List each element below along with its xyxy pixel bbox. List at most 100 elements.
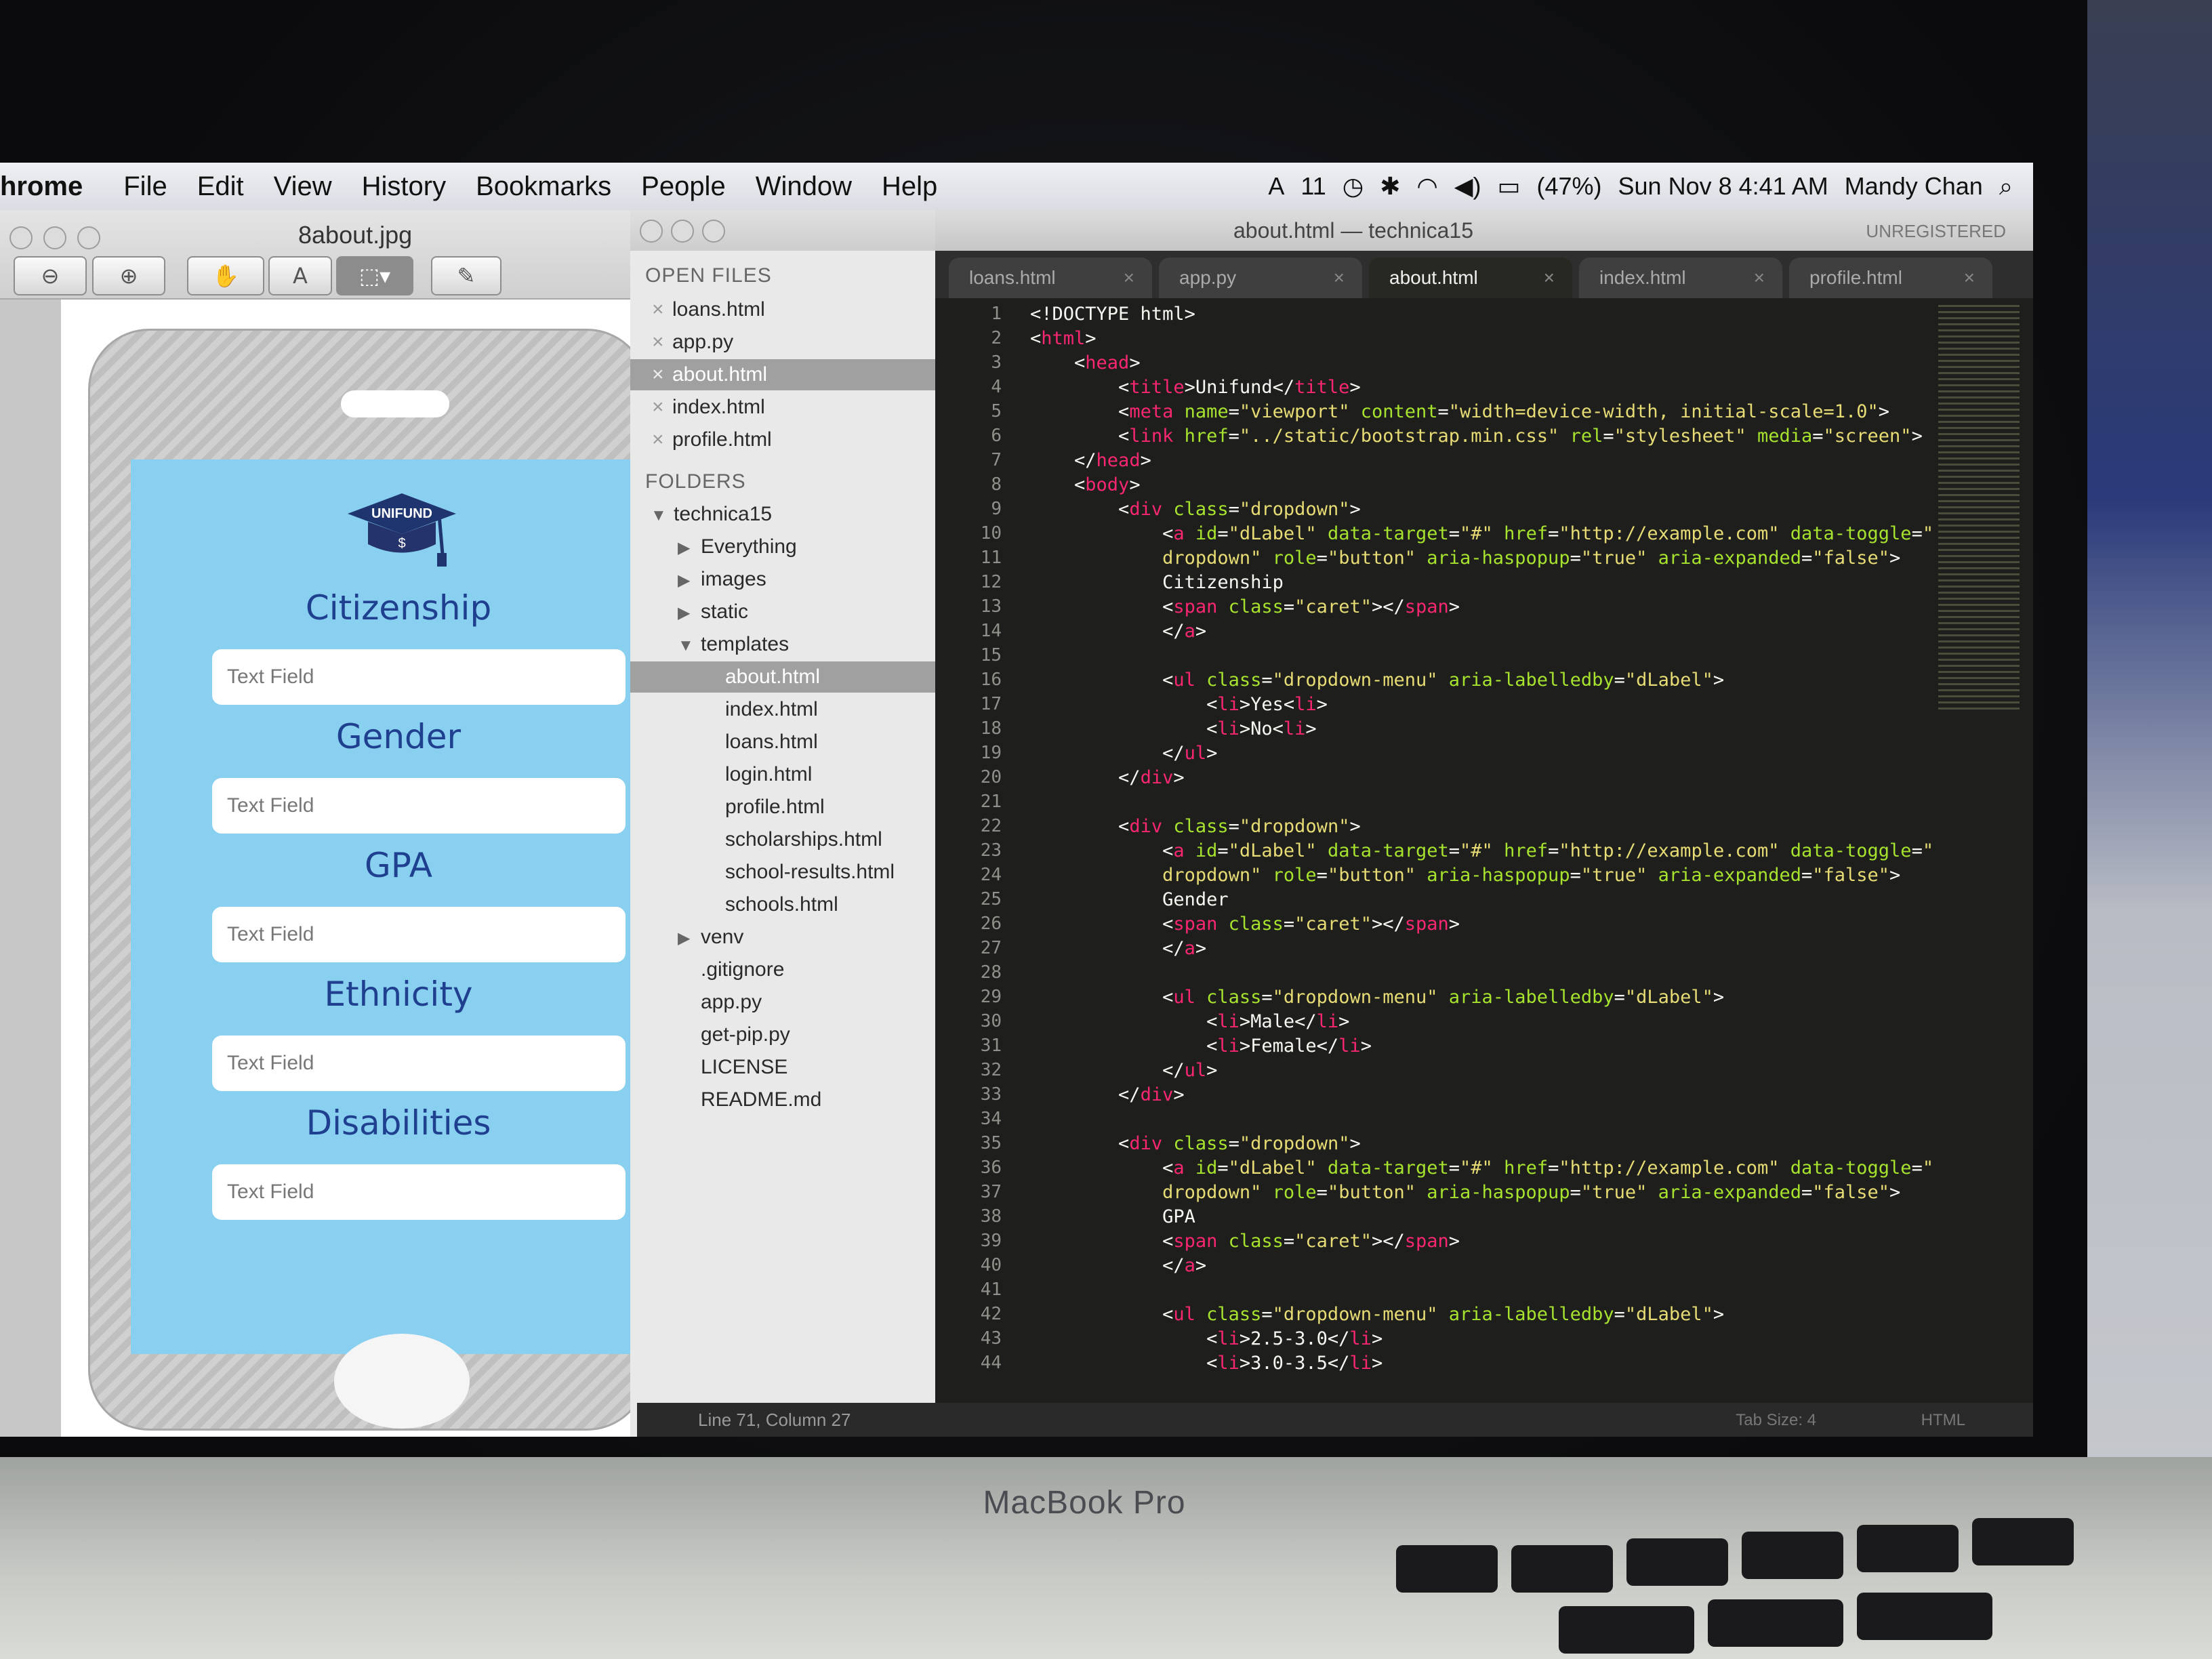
- disclosure-closed-icon[interactable]: ▶: [678, 533, 701, 564]
- tab-size-indicator[interactable]: Tab Size: 4: [1736, 1411, 1816, 1430]
- syntax-indicator[interactable]: HTML: [1921, 1411, 1965, 1430]
- clock[interactable]: Sun Nov 8 4:41 AM: [1618, 172, 1828, 201]
- code-line: </ul>: [1030, 1060, 1218, 1081]
- editor-minimize-button[interactable]: [671, 220, 694, 243]
- folder-root[interactable]: ▼ technica15: [630, 499, 956, 530]
- line-number: 25: [980, 889, 1002, 909]
- line-number: 26: [980, 914, 1002, 934]
- editor-zoom-button[interactable]: [702, 220, 725, 243]
- menu-window[interactable]: Window: [756, 171, 852, 202]
- folder-item[interactable]: ▶ venv: [630, 922, 983, 953]
- annotate-button[interactable]: ✎: [431, 256, 501, 295]
- close-file-icon[interactable]: ×: [652, 294, 672, 325]
- keyboard-key: [1742, 1532, 1843, 1579]
- open-file-item[interactable]: × loans.html: [630, 294, 935, 325]
- minimap[interactable]: [1938, 305, 2020, 712]
- tab-app-py[interactable]: app.py ×: [1159, 258, 1362, 298]
- code-line: <a id="dLabel" data-target="#" href="htt…: [1030, 523, 1934, 544]
- line-number: 40: [980, 1255, 1002, 1275]
- graduation-cap-logo-icon: UNIFUND $: [348, 493, 456, 567]
- unregistered-label: UNREGISTERED: [1866, 221, 2006, 241]
- line-number: 42: [980, 1304, 1002, 1324]
- folder-item[interactable]: ▶ Everything: [630, 531, 983, 562]
- sidebar-status-bar: Line 71, Column 27: [637, 1403, 935, 1437]
- code-line: <li>Yes<li>: [1030, 694, 1328, 715]
- editor-titlebar: about.html — technica15 UNREGISTERED: [935, 210, 2033, 251]
- close-tab-icon[interactable]: ×: [1544, 258, 1555, 298]
- folder-item[interactable]: ▼ templates: [630, 629, 983, 660]
- zoom-window-button[interactable]: [77, 226, 100, 249]
- close-tab-icon[interactable]: ×: [1124, 258, 1134, 298]
- close-file-icon[interactable]: ×: [652, 392, 672, 423]
- menu-history[interactable]: History: [362, 171, 446, 202]
- keyboard-key: [1708, 1599, 1843, 1647]
- tab-about[interactable]: about.html ×: [1369, 258, 1572, 298]
- zoom-out-button[interactable]: ⊖: [14, 256, 87, 295]
- close-file-icon[interactable]: ×: [652, 327, 672, 358]
- disclosure-closed-icon[interactable]: ▶: [678, 565, 701, 596]
- disclosure-open-icon[interactable]: ▼: [651, 500, 674, 531]
- hand-tool-button[interactable]: ✋: [187, 256, 264, 295]
- keyboard-key: [1857, 1593, 1992, 1640]
- menu-help[interactable]: Help: [882, 171, 937, 202]
- menu-people[interactable]: People: [641, 171, 726, 202]
- line-number: 23: [980, 840, 1002, 861]
- zoom-in-button[interactable]: ⊕: [92, 256, 165, 295]
- menu-edit[interactable]: Edit: [197, 171, 244, 202]
- menu-view[interactable]: View: [274, 171, 332, 202]
- close-file-icon[interactable]: ×: [652, 359, 672, 390]
- line-number-gutter: 1 2 3 4 5 6 7 8 9 10 11 12 13 14 15 16 17 18 19 20 21 22 23 24 2…: [935, 298, 1010, 1382]
- bluetooth-icon[interactable]: ✱: [1380, 172, 1400, 201]
- user-name[interactable]: Mandy Chan: [1845, 172, 1983, 201]
- wifi-icon[interactable]: ◠: [1416, 172, 1437, 201]
- tab-loans[interactable]: loans.html ×: [949, 258, 1152, 298]
- line-number: 27: [980, 938, 1002, 958]
- line-number: 41: [980, 1279, 1002, 1300]
- editor-title: about.html — technica15: [1233, 218, 1473, 243]
- folder-item[interactable]: ▶ static: [630, 596, 983, 628]
- tab-index[interactable]: index.html ×: [1579, 258, 1782, 298]
- line-number: 4: [991, 377, 1002, 397]
- code-line: </a>: [1030, 1255, 1207, 1276]
- code-line: <head>: [1030, 352, 1141, 373]
- line-number: 10: [980, 523, 1002, 544]
- input-badge: 11: [1300, 172, 1326, 200]
- menu-app[interactable]: hrome: [0, 171, 83, 202]
- code-line: <li>No<li>: [1030, 718, 1317, 739]
- disclosure-open-icon[interactable]: ▼: [678, 630, 701, 661]
- close-tab-icon[interactable]: ×: [1334, 258, 1345, 298]
- editor-close-button[interactable]: [640, 220, 663, 243]
- line-number: 1: [991, 304, 1002, 324]
- code-area[interactable]: <!DOCTYPE html> <html> <head> <title>Uni…: [1030, 298, 1933, 1382]
- menu-bookmarks[interactable]: Bookmarks: [476, 171, 611, 202]
- open-file-item-selected[interactable]: × about.html: [630, 359, 935, 390]
- open-file-item[interactable]: × app.py: [630, 327, 935, 358]
- volume-icon[interactable]: ◀): [1454, 172, 1481, 201]
- rect-select-button[interactable]: ⬚▾: [336, 256, 413, 295]
- battery-icon[interactable]: ▭: [1497, 172, 1520, 201]
- line-number: 22: [980, 816, 1002, 836]
- phone-speaker: [341, 390, 449, 417]
- tab-profile[interactable]: profile.html ×: [1789, 258, 1992, 298]
- folder-item[interactable]: ▶ images: [630, 564, 983, 595]
- close-file-icon[interactable]: ×: [652, 424, 672, 455]
- close-tab-icon[interactable]: ×: [1754, 258, 1765, 298]
- text-select-button[interactable]: A: [268, 256, 332, 295]
- minimize-window-button[interactable]: [43, 226, 66, 249]
- disclosure-closed-icon[interactable]: ▶: [678, 923, 701, 954]
- menu-file[interactable]: File: [123, 171, 167, 202]
- time-machine-icon[interactable]: ◷: [1343, 172, 1364, 201]
- line-number: 17: [980, 694, 1002, 714]
- code-line: GPA: [1030, 1206, 1195, 1227]
- open-file-item[interactable]: × index.html: [630, 392, 935, 423]
- spotlight-search-icon[interactable]: ⌕: [1999, 172, 2013, 201]
- menu-bar: hrome File Edit View History Bookmarks P…: [0, 163, 2033, 210]
- code-line: <ul class="dropdown-menu" aria-labelledb…: [1030, 1304, 1725, 1325]
- close-tab-icon[interactable]: ×: [1964, 258, 1975, 298]
- input-source-icon[interactable]: A: [1268, 172, 1284, 201]
- ethnicity-label: Ethnicity: [324, 975, 473, 1014]
- code-line: <html>: [1030, 328, 1097, 349]
- open-file-item[interactable]: × profile.html: [630, 424, 935, 455]
- disclosure-closed-icon[interactable]: ▶: [678, 598, 701, 629]
- close-window-button[interactable]: [9, 226, 33, 249]
